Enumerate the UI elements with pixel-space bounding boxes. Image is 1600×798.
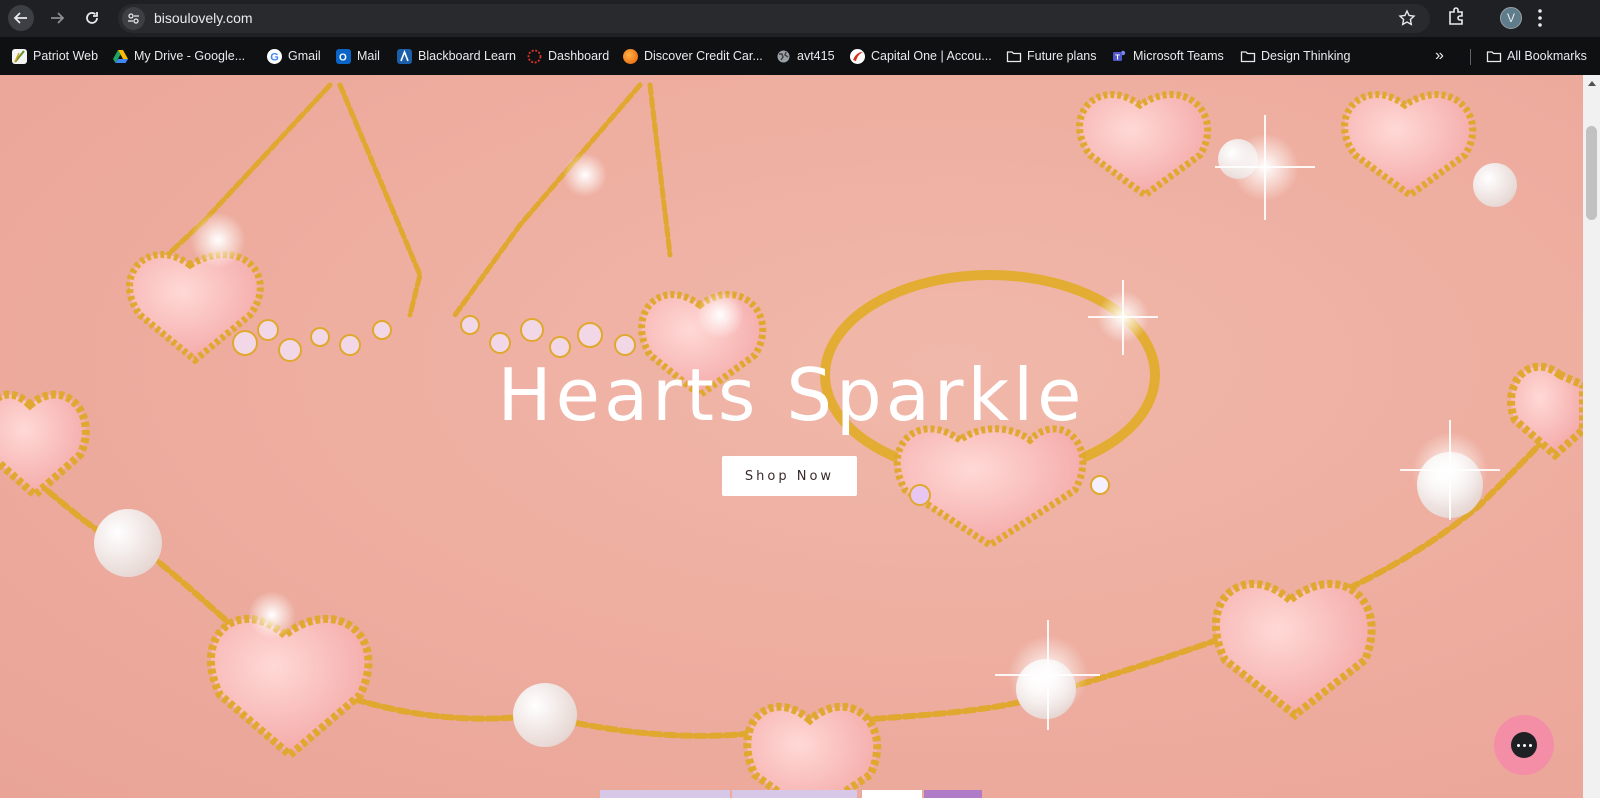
- carousel-indicator[interactable]: [924, 790, 982, 798]
- arrow-left-icon: [13, 12, 27, 24]
- puzzle-icon: [1449, 7, 1463, 25]
- hero-banner: Hearts Sparkle Shop Now: [0, 75, 1583, 798]
- chat-bubble-icon: [1511, 732, 1537, 758]
- google-icon: G: [267, 48, 282, 64]
- bookmark-label: Design Thinking: [1261, 49, 1351, 63]
- outlook-icon: O: [336, 48, 351, 64]
- patriot-web-icon: [12, 48, 27, 64]
- address-bar[interactable]: bisoulovely.com: [118, 4, 1430, 33]
- bookmark-label: Microsoft Teams: [1133, 49, 1224, 63]
- arrow-right-icon: [51, 12, 65, 24]
- kebab-icon: [1538, 9, 1542, 27]
- all-bookmarks-button[interactable]: All Bookmarks: [1486, 47, 1587, 65]
- bookmark-discover[interactable]: Discover Credit Car...: [623, 47, 763, 65]
- bookmark-label: Capital One | Accou...: [871, 49, 992, 63]
- bookmark-patriot-web[interactable]: Patriot Web: [12, 47, 98, 65]
- bookmark-label: Blackboard Learn: [418, 49, 516, 63]
- globe-icon: [776, 49, 791, 64]
- bookmark-my-drive[interactable]: My Drive - Google...: [113, 47, 245, 65]
- bookmark-label: Discover Credit Car...: [644, 49, 763, 63]
- folder-icon: [1240, 49, 1256, 64]
- dashboard-icon: [527, 49, 542, 64]
- star-icon: [1398, 9, 1416, 26]
- carousel-indicator[interactable]: [600, 790, 730, 798]
- page-scrollbar[interactable]: [1583, 75, 1600, 798]
- folder-icon: [1006, 49, 1022, 64]
- carousel-indicator[interactable]: [862, 790, 922, 798]
- shop-now-button[interactable]: Shop Now: [722, 456, 857, 496]
- bookmark-future-plans[interactable]: Future plans: [1006, 47, 1096, 65]
- hero-headline: Hearts Sparkle: [497, 353, 1086, 437]
- profile-avatar[interactable]: V: [1500, 7, 1522, 29]
- bookmark-capital-one[interactable]: Capital One | Accou...: [850, 47, 992, 65]
- bookmarks-divider: [1470, 49, 1471, 65]
- bookmark-label: avt415: [797, 49, 835, 63]
- bookmarks-bar: Patriot Web My Drive - Google... G Gmail…: [0, 37, 1600, 75]
- bookmark-mail[interactable]: O Mail: [336, 47, 380, 65]
- svg-text:T: T: [1115, 52, 1120, 61]
- bookmark-gmail[interactable]: G Gmail: [267, 47, 321, 65]
- reload-button[interactable]: [79, 5, 105, 31]
- bookmark-microsoft-teams[interactable]: T Microsoft Teams: [1112, 47, 1224, 65]
- reload-icon: [86, 12, 98, 24]
- forward-button[interactable]: [44, 5, 70, 31]
- carousel-indicator[interactable]: [732, 790, 857, 798]
- chat-button[interactable]: [1494, 715, 1554, 775]
- bookmark-dashboard[interactable]: Dashboard: [527, 47, 609, 65]
- bookmark-label: Patriot Web: [33, 49, 99, 63]
- bookmark-label: My Drive - Google...: [134, 49, 246, 63]
- tune-icon: [128, 13, 139, 24]
- scrollbar-thumb[interactable]: [1586, 126, 1597, 220]
- more-bookmarks-chevron[interactable]: »: [1435, 47, 1444, 65]
- all-bookmarks-label: All Bookmarks: [1507, 49, 1587, 63]
- svg-text:G: G: [270, 51, 279, 63]
- site-info-button[interactable]: [122, 7, 145, 30]
- scroll-up-arrow[interactable]: [1588, 81, 1596, 86]
- discover-icon: [623, 48, 638, 64]
- bookmark-label: Future plans: [1027, 49, 1097, 63]
- google-drive-icon: [113, 49, 128, 64]
- bookmark-design-thinking[interactable]: Design Thinking: [1240, 47, 1350, 65]
- bookmark-label: Dashboard: [548, 49, 610, 63]
- bookmark-star-button[interactable]: [1398, 9, 1416, 32]
- bookmark-label: Gmail: [288, 49, 321, 63]
- teams-icon: T: [1112, 49, 1127, 64]
- back-button[interactable]: [8, 5, 34, 31]
- folder-icon: [1486, 49, 1502, 64]
- bookmark-label: Mail: [357, 49, 380, 63]
- bookmark-avt415[interactable]: avt415: [776, 47, 835, 65]
- extensions-button[interactable]: [1446, 6, 1466, 31]
- svg-text:O: O: [339, 52, 347, 63]
- blackboard-icon: [397, 48, 412, 64]
- browser-toolbar: bisoulovely.com V: [0, 0, 1600, 37]
- bookmark-blackboard[interactable]: Blackboard Learn: [397, 47, 516, 65]
- browser-menu-button[interactable]: [1537, 8, 1543, 33]
- url-text: bisoulovely.com: [154, 10, 253, 26]
- capital-one-icon: [850, 48, 865, 64]
